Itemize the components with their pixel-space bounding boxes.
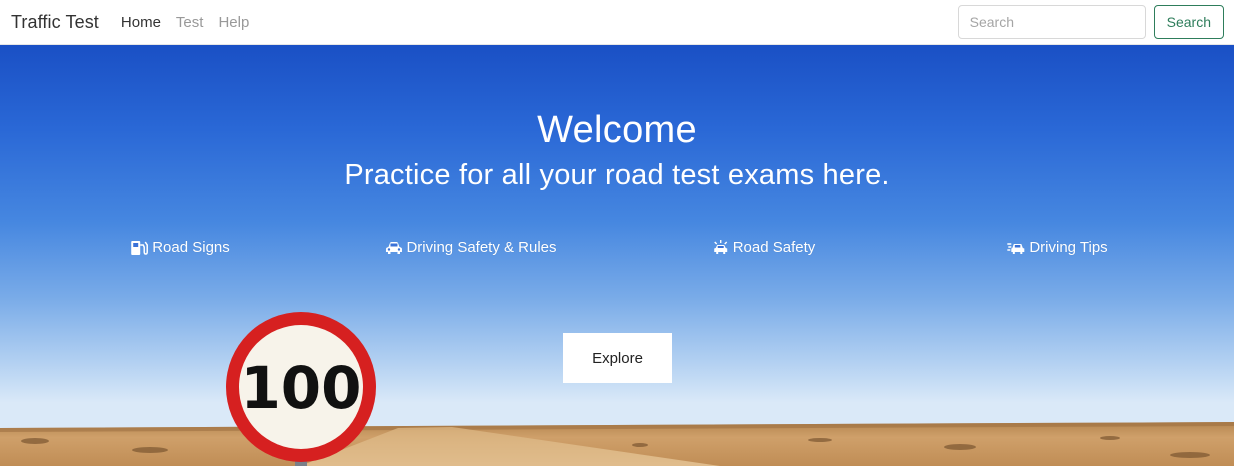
gas-pump-icon — [131, 240, 148, 255]
feature-label: Road Safety — [732, 239, 816, 256]
search-input[interactable] — [957, 5, 1146, 39]
feature-road-signs[interactable]: Road Signs — [130, 239, 230, 256]
speed-sign-value: 100 — [240, 354, 361, 422]
nav-link-test[interactable]: Test — [176, 14, 204, 31]
feature-driving-safety-rules[interactable]: Driving Safety & Rules — [385, 239, 557, 256]
navbar: Traffic Test Home Test Help Search — [0, 0, 1234, 45]
nav-link-help[interactable]: Help — [218, 14, 249, 31]
feature-label: Driving Safety & Rules — [406, 239, 557, 256]
car-icon — [385, 241, 402, 254]
feature-road-safety[interactable]: Road Safety — [713, 239, 816, 256]
brand-logo[interactable]: Traffic Test — [11, 12, 99, 33]
nav-link-home[interactable]: Home — [121, 14, 161, 31]
explore-button[interactable]: Explore — [563, 333, 672, 383]
search-button[interactable]: Search — [1153, 5, 1224, 39]
feature-label: Driving Tips — [1029, 239, 1108, 256]
car-tips-icon — [1007, 242, 1025, 254]
hero-subtitle: Practice for all your road test exams he… — [344, 159, 890, 191]
car-crash-icon — [714, 240, 728, 254]
hero-title: Welcome — [537, 109, 697, 151]
search-form: Search — [957, 5, 1224, 39]
hero-banner: 100 Welcome Practice for all your road t… — [0, 45, 1234, 466]
feature-label: Road Signs — [152, 239, 230, 256]
feature-driving-tips[interactable]: Driving Tips — [1006, 239, 1108, 256]
